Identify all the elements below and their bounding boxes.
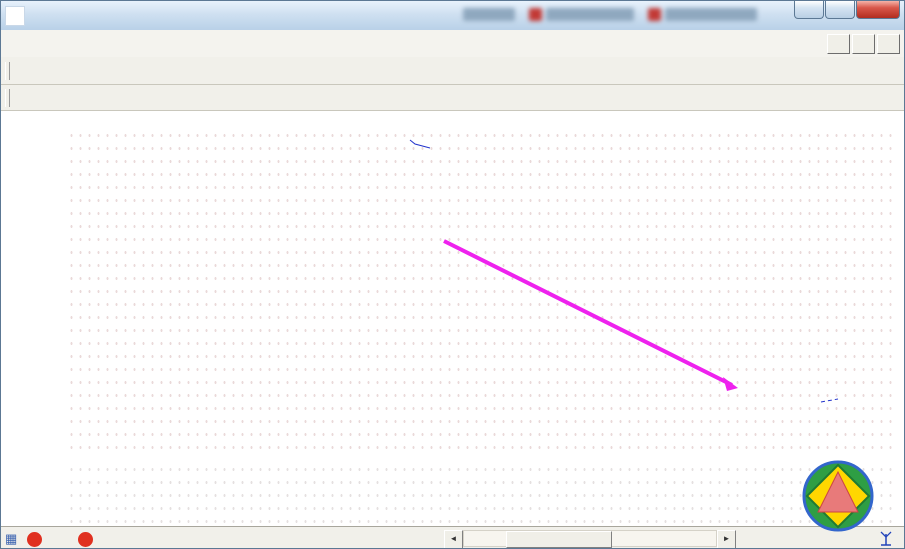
app-logo-icon bbox=[5, 6, 25, 26]
shenzhen-badge-icon bbox=[78, 532, 93, 547]
status-bar: ▦ ◄ ► bbox=[1, 526, 905, 549]
drawing-toolbar bbox=[1, 85, 905, 111]
app-window: ▦ ◄ ► bbox=[0, 0, 905, 549]
mdi-close-button[interactable] bbox=[877, 34, 900, 54]
shanghai-badge-icon bbox=[27, 532, 42, 547]
chart-canvas[interactable] bbox=[1, 111, 905, 526]
maximize-button[interactable] bbox=[825, 1, 855, 19]
downtrend-line bbox=[444, 241, 732, 385]
gann360-logo bbox=[798, 456, 905, 536]
blurred-badge-icon bbox=[648, 8, 661, 21]
blurred-item bbox=[463, 8, 515, 21]
chart-area[interactable] bbox=[1, 111, 905, 526]
downtrend-arrowhead bbox=[723, 377, 738, 391]
mdi-restore-button[interactable] bbox=[852, 34, 875, 54]
quote-table-icon[interactable]: ▦ bbox=[5, 531, 17, 547]
close-button[interactable] bbox=[856, 1, 900, 19]
minimize-button[interactable] bbox=[794, 1, 824, 19]
scrollbar-track[interactable] bbox=[463, 530, 717, 547]
menubar bbox=[1, 30, 905, 58]
toolbar-grip[interactable] bbox=[5, 89, 10, 107]
scrollbar-thumb[interactable] bbox=[506, 531, 612, 548]
blurred-badge-icon bbox=[529, 8, 542, 21]
toolbar-grip[interactable] bbox=[5, 62, 10, 80]
main-toolbar bbox=[1, 57, 905, 85]
mdi-minimize-button[interactable] bbox=[827, 34, 850, 54]
low-price-pointer bbox=[821, 399, 838, 402]
titlebar-blurred-items bbox=[463, 8, 757, 21]
scroll-left-arrow[interactable]: ◄ bbox=[444, 530, 463, 549]
scroll-right-arrow[interactable]: ► bbox=[717, 530, 736, 549]
macd-header bbox=[7, 458, 93, 473]
titlebar[interactable] bbox=[1, 1, 905, 31]
high-price-pointer bbox=[410, 140, 430, 148]
horizontal-scrollbar[interactable]: ◄ ► bbox=[444, 530, 736, 547]
